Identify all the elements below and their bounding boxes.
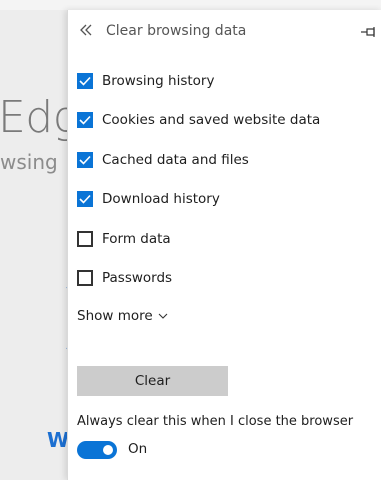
top-strip (0, 0, 381, 10)
toggle-knob (103, 445, 113, 455)
option-row[interactable]: Cookies and saved website data (77, 109, 320, 131)
checkbox[interactable] (77, 270, 93, 286)
clear-button[interactable]: Clear (77, 366, 228, 396)
show-more-link[interactable]: Show more (77, 308, 168, 324)
checkbox[interactable] (77, 231, 93, 247)
checkmark-icon (79, 115, 91, 125)
option-label: Form data (102, 231, 171, 247)
double-chevron-left-icon[interactable] (78, 22, 98, 42)
checkmark-icon (79, 76, 91, 86)
edge-window: Edge wsing W Clear browsing data Browsin… (0, 0, 381, 480)
checkbox[interactable] (77, 191, 93, 207)
panel-title: Clear browsing data (106, 23, 247, 39)
show-more-label: Show more (77, 308, 153, 324)
option-row[interactable]: Download history (77, 188, 220, 210)
chevron-down-icon (158, 313, 168, 319)
background-letter: W (47, 428, 70, 452)
background-subtitle: wsing (0, 150, 58, 174)
option-row[interactable]: Cached data and files (77, 149, 249, 171)
pin-icon[interactable] (360, 24, 378, 40)
panel-header: Clear browsing data (68, 20, 381, 50)
option-label: Passwords (102, 270, 173, 286)
checkbox[interactable] (77, 112, 93, 128)
checkbox[interactable] (77, 73, 93, 89)
option-row[interactable]: Browsing history (77, 70, 214, 92)
option-label: Cached data and files (102, 152, 249, 168)
option-label: Browsing history (102, 73, 215, 89)
option-row[interactable]: Passwords (77, 267, 172, 289)
option-row[interactable]: Form data (77, 228, 171, 250)
always-clear-label: Always clear this when I close the brows… (77, 414, 354, 429)
always-clear-toggle[interactable] (77, 441, 117, 459)
checkbox[interactable] (77, 152, 93, 168)
clear-browsing-data-panel: Clear browsing data Browsing history Cook… (67, 10, 381, 480)
option-label: Cookies and saved website data (102, 112, 321, 128)
toggle-state-label: On (128, 441, 148, 457)
checkmark-icon (79, 194, 91, 204)
option-label: Download history (102, 191, 220, 207)
checkmark-icon (79, 155, 91, 165)
